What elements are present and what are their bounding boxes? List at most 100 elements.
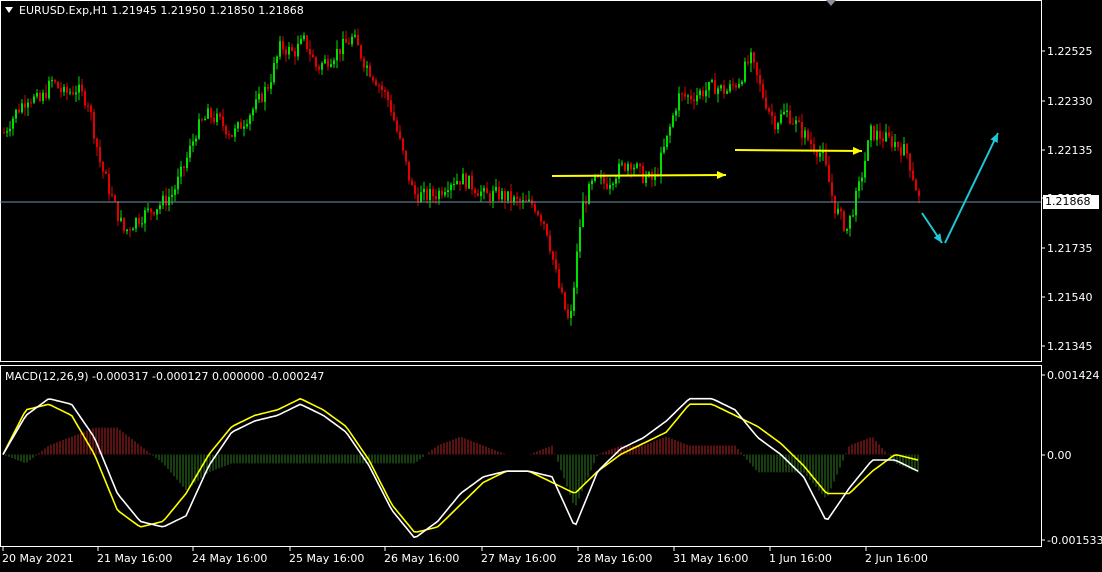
candle-body: [705, 90, 707, 97]
candle-body: [744, 61, 746, 82]
candle-body: [75, 92, 77, 95]
candle-body: [579, 227, 581, 252]
price-tick-label: 1.22330: [1047, 95, 1093, 108]
yellow-arrow-1-head[interactable]: [716, 171, 726, 180]
candle-body: [789, 110, 791, 124]
price-tick-label: 1.21735: [1047, 242, 1093, 255]
candle-body: [504, 191, 506, 201]
candle-body: [132, 228, 134, 231]
candle-body: [564, 292, 566, 310]
macd-lines: [2, 397, 919, 539]
candle-body: [465, 173, 467, 189]
candle-body: [570, 310, 572, 318]
candle-body: [573, 287, 575, 311]
candle-body: [432, 189, 434, 197]
yellow-arrow-2[interactable]: [734, 149, 863, 152]
cyan-arrow-down-head[interactable]: [933, 233, 942, 243]
candle-body: [684, 93, 686, 97]
candle-body: [759, 75, 761, 84]
candlestick-series: [3, 28, 920, 326]
candle-body: [576, 251, 578, 288]
candle-body: [528, 199, 530, 202]
candle-body: [189, 145, 191, 158]
candle-body: [333, 60, 335, 65]
candle-body: [834, 195, 836, 214]
candle-body: [678, 93, 680, 111]
candle-body: [795, 120, 797, 124]
candle-body: [699, 90, 701, 96]
candle-body: [78, 84, 80, 93]
candle-body: [303, 35, 305, 40]
candle-body: [897, 141, 899, 148]
time-tick-label: 26 May 16:00: [384, 552, 459, 565]
candle-body: [366, 65, 368, 68]
candle-body: [882, 138, 884, 142]
time-tick-label: 20 May 2021: [2, 552, 74, 565]
candle-body: [660, 152, 662, 175]
candle-body: [168, 196, 170, 206]
candle-body: [831, 182, 833, 196]
candle-body: [57, 81, 59, 89]
candle-body: [675, 110, 677, 116]
candle-body: [711, 80, 713, 83]
candle-body: [765, 97, 767, 109]
candle-body: [285, 49, 287, 55]
candle-body: [243, 126, 245, 129]
candle-body: [396, 120, 398, 132]
candle-body: [636, 163, 638, 168]
candle-body: [315, 57, 317, 67]
candle-body: [111, 194, 113, 196]
candle-body: [255, 99, 257, 110]
candle-body: [438, 190, 440, 200]
candle-body: [411, 180, 413, 186]
candle-body: [297, 43, 299, 57]
cyan-arrow-up[interactable]: [944, 132, 999, 244]
candle-body: [207, 108, 209, 119]
candle-body: [234, 128, 236, 137]
chart-shift-marker-icon[interactable]: [826, 0, 836, 6]
candle-body: [249, 115, 251, 125]
candle-body: [51, 79, 53, 81]
candle-body: [456, 180, 458, 185]
candle-body: [777, 123, 779, 130]
candle-body: [135, 217, 137, 229]
candle-body: [144, 210, 146, 224]
candle-body: [414, 185, 416, 195]
candle-body: [429, 189, 431, 201]
candle-body: [702, 90, 704, 97]
candle-body: [687, 95, 689, 97]
yellow-arrow-1[interactable]: [551, 174, 727, 177]
candle-body: [318, 66, 320, 70]
yellow-arrow-2-head[interactable]: [852, 146, 862, 155]
candle-body: [375, 80, 377, 86]
candle-body: [852, 215, 854, 217]
current-price-label: 1.21868: [1043, 194, 1099, 209]
candle-body: [732, 84, 734, 86]
macd-tick-label: 0.00: [1047, 449, 1072, 462]
candle-body: [591, 180, 593, 185]
candle-body: [426, 188, 428, 201]
candle-body: [696, 95, 698, 102]
candle-body: [204, 118, 206, 121]
candle-body: [399, 131, 401, 139]
candle-body: [621, 163, 623, 165]
collapse-triangle-icon[interactable]: [5, 7, 13, 13]
candle-body: [756, 62, 758, 76]
candle-body: [837, 208, 839, 214]
candle-body: [453, 184, 455, 186]
candle-body: [6, 131, 8, 133]
chart-canvas[interactable]: 1.225251.223301.221351.219351.217351.215…: [0, 0, 1102, 568]
candle-body: [162, 195, 164, 206]
drawing-objects[interactable]: [0, 132, 1041, 244]
candle-body: [669, 126, 671, 136]
candle-body: [96, 138, 98, 148]
candle-body: [891, 136, 893, 147]
candle-body: [726, 91, 728, 94]
candle-body: [912, 170, 914, 180]
candle-body: [807, 130, 809, 140]
candle-body: [15, 109, 17, 119]
time-tick-label: 2 Jun 16:00: [865, 552, 928, 565]
candle-body: [369, 65, 371, 77]
chart-window[interactable]: 1.225251.223301.221351.219351.217351.215…: [0, 0, 1102, 568]
candle-body: [798, 120, 800, 122]
